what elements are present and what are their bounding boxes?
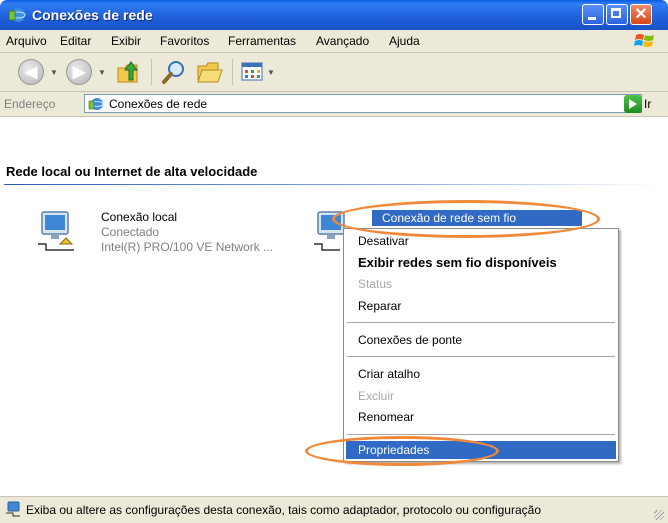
up-folder-icon[interactable] (115, 58, 143, 86)
minimize-button[interactable] (582, 4, 604, 25)
connection-device: Intel(R) PRO/100 VE Network ... (101, 240, 274, 254)
back-button[interactable]: ◀ (18, 59, 44, 85)
address-label: Endereço (4, 97, 56, 111)
annotation-ellipse (332, 200, 600, 238)
menu-separator (347, 322, 615, 323)
windows-logo-icon (634, 34, 654, 47)
views-dropdown-icon[interactable]: ▼ (267, 68, 275, 77)
menu-editar[interactable]: Editar (60, 34, 91, 48)
forward-dropdown-icon[interactable]: ▼ (98, 68, 106, 77)
toolbar-separator (232, 59, 233, 85)
folders-icon[interactable] (196, 58, 226, 86)
toolbar: ◀ ▼ ▶ ▼ ▼ (0, 53, 668, 92)
menu-exibir[interactable]: Exibir (111, 34, 141, 48)
address-bar: Endereço Conexões de rede Ir (0, 92, 668, 117)
menu-arquivo[interactable]: Arquivo (6, 34, 47, 48)
toolbar-separator (151, 59, 152, 85)
menu-separator (347, 434, 615, 435)
menu-item-desativar[interactable]: Desativar (358, 234, 409, 248)
network-connections-icon (88, 98, 104, 110)
connection-name: Conexão local (101, 210, 178, 224)
network-status-icon (6, 501, 20, 517)
search-icon[interactable] (160, 58, 188, 86)
views-icon[interactable] (241, 61, 265, 83)
menu-avancado[interactable]: Avançado (316, 34, 369, 48)
menu-bar: Arquivo Editar Exibir Favoritos Ferramen… (0, 30, 668, 53)
menu-item-excluir: Excluir (358, 389, 395, 403)
group-divider (4, 184, 664, 185)
forward-icon: ▶ (72, 64, 86, 81)
go-label[interactable]: Ir (644, 97, 651, 111)
menu-separator (347, 356, 615, 357)
annotation-ellipse (305, 436, 499, 466)
network-connections-icon (8, 8, 26, 22)
resize-grip[interactable] (654, 510, 664, 520)
menu-item-criar-atalho[interactable]: Criar atalho (358, 367, 420, 381)
title-bar[interactable]: Conexões de rede ✕ (0, 0, 668, 30)
address-field[interactable]: Conexões de rede (84, 94, 642, 113)
group-header: Rede local ou Internet de alta velocidad… (6, 164, 258, 179)
menu-item-renomear[interactable]: Renomear (358, 410, 414, 424)
maximize-button[interactable] (606, 4, 628, 25)
menu-item-conexoes-ponte[interactable]: Conexões de ponte (358, 333, 462, 347)
forward-button[interactable]: ▶ (66, 59, 92, 85)
menu-item-exibir-redes[interactable]: Exibir redes sem fio disponíveis (358, 255, 557, 270)
close-button[interactable]: ✕ (630, 4, 652, 25)
menu-ferramentas[interactable]: Ferramentas (228, 34, 296, 48)
connection-status: Conectado (101, 225, 160, 239)
go-button[interactable] (624, 95, 642, 113)
lan-connection-icon (38, 211, 74, 251)
back-icon: ◀ (24, 64, 38, 81)
window-title: Conexões de rede (32, 7, 153, 23)
menu-ajuda[interactable]: Ajuda (389, 34, 420, 48)
back-dropdown-icon[interactable]: ▼ (50, 68, 58, 77)
status-bar: Exiba ou altere as configurações desta c… (0, 496, 668, 523)
menu-favoritos[interactable]: Favoritos (160, 34, 209, 48)
menu-item-status: Status (358, 277, 393, 291)
close-icon: ✕ (634, 6, 648, 23)
address-value: Conexões de rede (109, 97, 208, 111)
status-text: Exiba ou altere as configurações desta c… (26, 503, 541, 517)
menu-item-reparar[interactable]: Reparar (358, 299, 401, 313)
context-menu: Desativar Exibir redes sem fio disponíve… (343, 228, 619, 462)
